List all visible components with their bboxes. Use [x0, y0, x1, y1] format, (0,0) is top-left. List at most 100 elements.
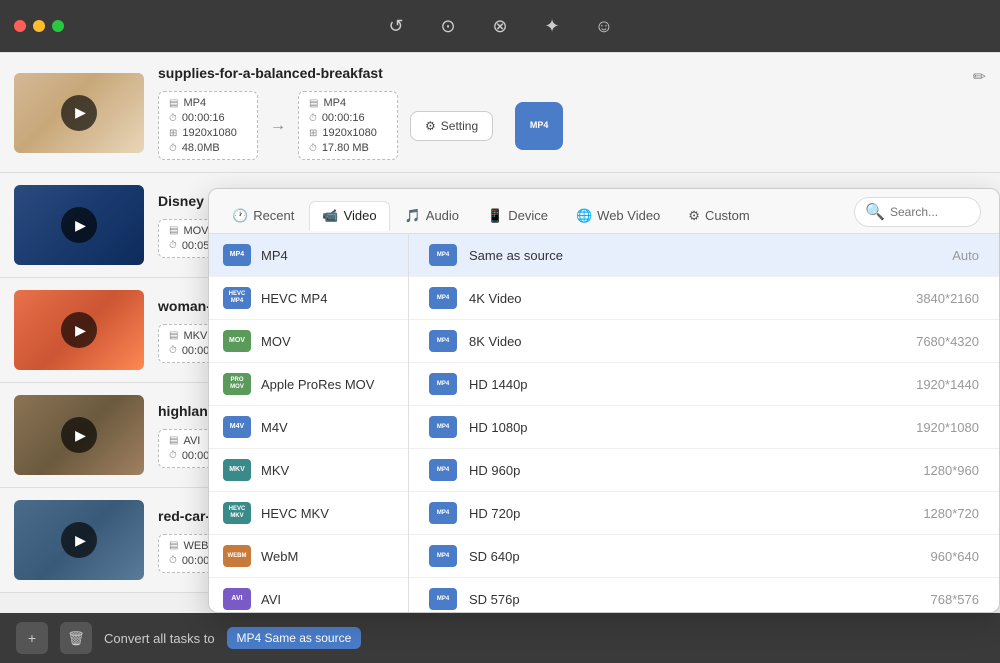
out-format-value: MP4 [323, 97, 346, 109]
format-item-m4v[interactable]: M4V M4V [209, 406, 408, 449]
face-icon[interactable]: ☺ [590, 12, 618, 40]
resolution-name: HD 1080p [469, 420, 904, 435]
out-size-icon: ⏱ [309, 143, 317, 154]
resolution-item-sd640p[interactable]: MP4 SD 640p 960*640 [409, 535, 999, 578]
maximize-dot[interactable] [52, 20, 64, 32]
format-row: ▤ MP4 [169, 97, 247, 109]
tab-custom[interactable]: ⚙ Custom [675, 201, 762, 230]
thumbnail-4[interactable] [14, 395, 144, 475]
tab-recent[interactable]: 🕐 Recent [219, 201, 307, 230]
resolution-item-hd1440p[interactable]: MP4 HD 1440p 1920*1440 [409, 363, 999, 406]
prores-icon: PROMOV [223, 373, 251, 395]
file-info: supplies-for-a-balanced-breakfast ▤ MP4 … [144, 65, 986, 160]
tab-video[interactable]: 📹 Video [309, 201, 389, 231]
size-icon: ⏱ [169, 143, 177, 154]
format-value: AVI [183, 435, 200, 447]
format-item-mp4[interactable]: MP4 MP4 [209, 234, 408, 277]
convert-format-badge[interactable]: MP4 Same as source [227, 627, 362, 649]
tab-audio[interactable]: 🎵 Audio [392, 201, 472, 230]
tab-video-label: Video [344, 208, 377, 223]
file-name: supplies-for-a-balanced-breakfast [158, 65, 972, 81]
8k-icon: MP4 [429, 330, 457, 352]
resolution-name: HD 960p [469, 463, 911, 478]
add-button[interactable]: + [16, 622, 48, 654]
avi-icon: AVI [223, 588, 251, 610]
format-icon: ▤ [169, 540, 178, 551]
clock-icon: ⏱ [169, 555, 177, 566]
format-item-mkv[interactable]: MKV MKV [209, 449, 408, 492]
play-button[interactable] [61, 312, 97, 348]
globe-icon[interactable]: ⊗ [486, 12, 514, 40]
out-format-row: ▤ MP4 [309, 97, 387, 109]
titlebar-icons: ↺ ⊙ ⊗ ✦ ☺ [382, 12, 618, 40]
format-icon: ▤ [169, 435, 178, 446]
file-item: supplies-for-a-balanced-breakfast ▤ MP4 … [0, 52, 1000, 173]
resolution-item-hd960p[interactable]: MP4 HD 960p 1280*960 [409, 449, 999, 492]
resolution-item-4k[interactable]: MP4 4K Video 3840*2160 [409, 277, 999, 320]
search-input[interactable] [890, 205, 970, 219]
disc-icon[interactable]: ⊙ [434, 12, 462, 40]
tab-webvideo-label: Web Video [597, 208, 660, 223]
tab-webvideo[interactable]: 🌐 Web Video [563, 201, 673, 230]
format-item-hevc-mp4[interactable]: HEVCMP4 HEVC MP4 [209, 277, 408, 320]
resolution-name: Same as source [469, 248, 940, 263]
resolution-item-8k[interactable]: MP4 8K Video 7680*4320 [409, 320, 999, 363]
play-button[interactable] [61, 207, 97, 243]
clock-icon: ⏱ [169, 240, 177, 251]
sd576-icon: MP4 [429, 588, 457, 610]
out-format-icon: ▤ [309, 98, 318, 109]
resolution-value: 7680*4320 [916, 334, 979, 349]
format-value: MKV [183, 330, 207, 342]
mkv-icon: MKV [223, 459, 251, 481]
format-item-hevc-mkv[interactable]: HEVCMKV HEVC MKV [209, 492, 408, 535]
edit-icon[interactable]: ✏ [973, 67, 986, 87]
minimize-dot[interactable] [33, 20, 45, 32]
resolution-item-same[interactable]: MP4 Same as source Auto [409, 234, 999, 277]
resolution-row: ⊞ 1920x1080 [169, 127, 247, 139]
format-item-mov[interactable]: MOV MOV [209, 320, 408, 363]
bottom-bar: + 🗑 Convert all tasks to MP4 Same as sou… [0, 613, 1000, 663]
duration-value: 00:00:16 [182, 112, 225, 124]
arrow-icon: → [270, 117, 286, 135]
resolution-item-hd1080p[interactable]: MP4 HD 1080p 1920*1080 [409, 406, 999, 449]
hd1080-icon: MP4 [429, 416, 457, 438]
custom-icon: ⚙ [688, 208, 700, 224]
thumbnail-5[interactable] [14, 500, 144, 580]
close-dot[interactable] [14, 20, 26, 32]
format-item-prores-mov[interactable]: PROMOV Apple ProRes MOV [209, 363, 408, 406]
play-button[interactable] [61, 95, 97, 131]
resolution-item-hd720p[interactable]: MP4 HD 720p 1280*720 [409, 492, 999, 535]
convert-all-label: Convert all tasks to [104, 631, 215, 646]
setting-button[interactable]: ⚙ Setting [410, 111, 493, 141]
thumbnail-1[interactable] [14, 73, 144, 153]
output-meta: ▤ MP4 ⏱ 00:00:16 ⊞ 1920x1080 ⏱ [298, 91, 398, 160]
play-button[interactable] [61, 522, 97, 558]
play-button[interactable] [61, 417, 97, 453]
format-item-webm[interactable]: WEBM WebM [209, 535, 408, 578]
out-resolution-value: 1920x1080 [322, 127, 376, 139]
format-badge[interactable]: MP4 [515, 102, 563, 150]
clock-icon: ⏱ [169, 345, 177, 356]
delete-button[interactable]: 🗑 [60, 622, 92, 654]
res-icon: ⊞ [169, 128, 177, 139]
settings-icon[interactable]: ✦ [538, 12, 566, 40]
same-source-icon: MP4 [429, 244, 457, 266]
thumbnail-2[interactable] [14, 185, 144, 265]
tab-recent-label: Recent [253, 208, 294, 223]
format-icon: ▤ [169, 225, 178, 236]
size-row: ⏱ 48.0MB [169, 142, 247, 154]
out-duration-row: ⏱ 00:00:16 [309, 112, 387, 124]
resolution-item-sd576p[interactable]: MP4 SD 576p 768*576 [409, 578, 999, 612]
hd1440-icon: MP4 [429, 373, 457, 395]
webm-icon: WEBM [223, 545, 251, 567]
search-icon: 🔍 [865, 202, 885, 222]
format-label: WebM [261, 549, 298, 564]
thumbnail-3[interactable] [14, 290, 144, 370]
format-list-panel: MP4 MP4 HEVCMP4 HEVC MP4 MOV MOV PROMOV … [209, 234, 409, 612]
format-item-avi[interactable]: AVI AVI [209, 578, 408, 612]
convert-icon[interactable]: ↺ [382, 12, 410, 40]
file-meta-row: ▤ MP4 ⏱ 00:00:16 ⊞ 1920x1080 ⏱ [158, 91, 972, 160]
tab-device[interactable]: 📱 Device [474, 201, 561, 230]
resolution-value: Auto [952, 248, 979, 263]
out-resolution-row: ⊞ 1920x1080 [309, 127, 387, 139]
